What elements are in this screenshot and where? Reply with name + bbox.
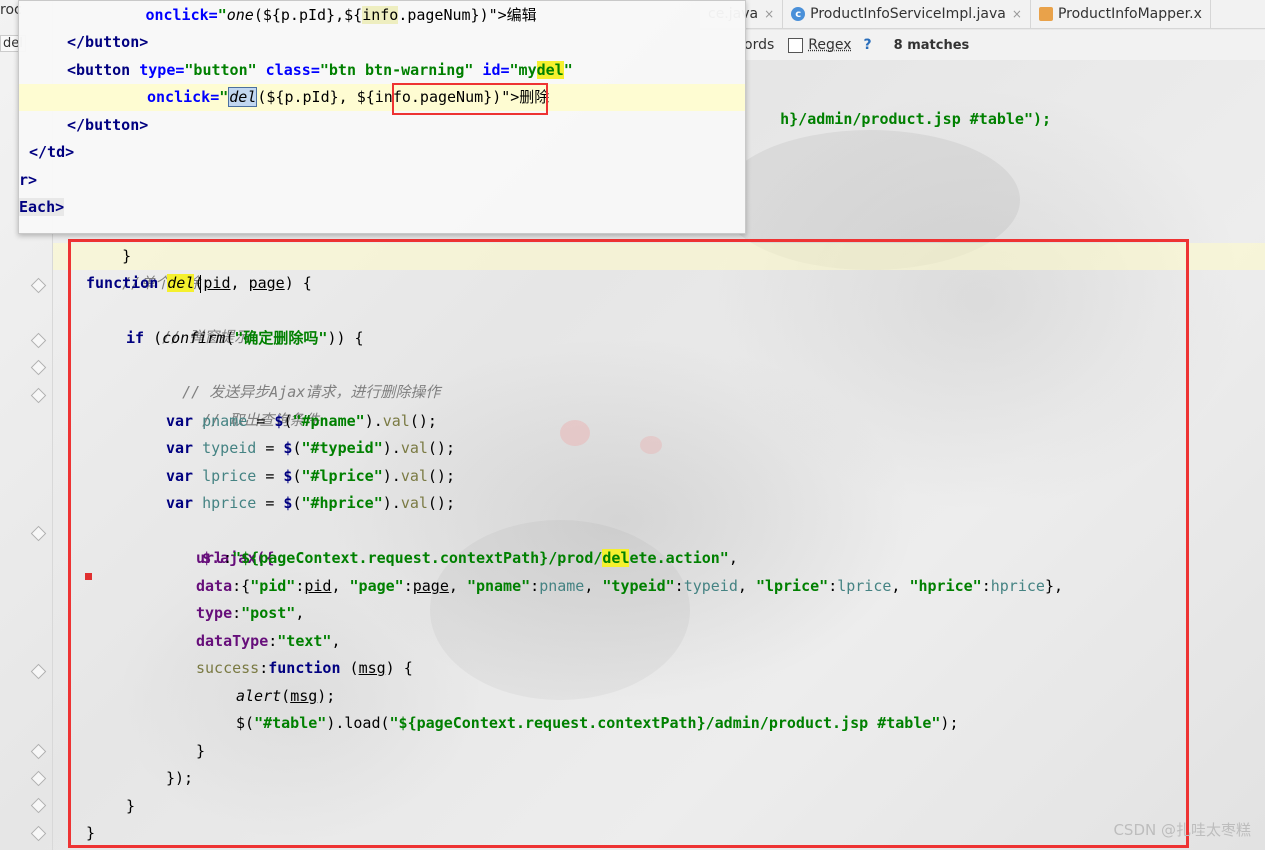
popup-line: </button> [67,29,148,56]
help-icon[interactable]: ? [864,37,872,53]
annotation-box-small [392,83,548,115]
search-match: info [362,6,399,24]
editor-tabs: ce.java × c ProductInfoServiceImpl.java … [700,0,1265,29]
html-tag: </button> [67,116,149,134]
html-tag: </td> [29,143,75,161]
html-tag: </button> [67,33,149,51]
match-count: 8 matches [893,37,970,53]
html-tag: r> [19,171,38,189]
tab-label: ProductInfoMapper.x [1057,6,1202,22]
xml-file-icon [1038,7,1053,21]
popup-line: r> [19,167,37,194]
words-option-label[interactable]: ords [744,37,774,53]
definition-popup: onclick="one(${p.pId},${info.pageNum})">… [18,0,746,234]
attr-name: onclick= [145,6,218,24]
popup-line: onclick="one(${p.pId},${info.pageNum})">… [145,6,537,24]
watermark: CSDN @扎哇太枣糕 [1113,821,1251,839]
find-bar: ords Regex ? 8 matches [700,30,1265,60]
popup-line: </button> [67,112,148,139]
html-tag: Each> [19,198,65,216]
selected-reference: del [228,87,258,107]
annotation-box [68,239,1189,848]
html-tag: <button [67,61,140,79]
code-line: h}/admin/product.jsp #table"); [744,79,1051,128]
tab-label: ProductInfoServiceImpl.java [810,6,1006,22]
code-text: h}/admin/product.jsp #table"); [780,110,1052,128]
popup-line: Each> [19,194,65,221]
popup-line: </td> [29,139,74,166]
regex-label[interactable]: Regex [808,37,851,53]
tab-productinfoserviceimpl[interactable]: c ProductInfoServiceImpl.java × [783,0,1031,28]
search-match: del [536,61,564,79]
function-call: one [226,6,254,24]
close-icon[interactable]: × [764,7,774,21]
tab-productinfomapper[interactable]: ProductInfoMapper.x [1031,0,1211,28]
popup-line: <button type="button" class="btn btn-war… [67,61,573,79]
class-icon: c [791,7,806,21]
close-icon[interactable]: × [1012,7,1022,21]
regex-checkbox[interactable] [788,37,804,53]
